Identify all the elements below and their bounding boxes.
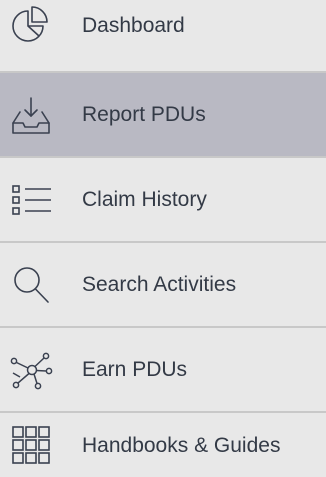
sidebar-menu: Dashboard Report PDUs Claim History Sear… [0, 0, 326, 477]
sidebar-item-label: Earn PDUs [82, 357, 188, 381]
sidebar-item-search-activities[interactable]: Search Activities [0, 243, 326, 328]
search-icon [8, 262, 54, 308]
inbox-download-icon [8, 92, 54, 138]
sidebar-item-report-pdus[interactable]: Report PDUs [0, 73, 326, 158]
network-icon [8, 347, 54, 393]
list-icon [8, 177, 54, 223]
pie-chart-icon [8, 3, 54, 49]
sidebar-item-claim-history[interactable]: Claim History [0, 158, 326, 243]
sidebar-item-label: Search Activities [82, 272, 237, 296]
sidebar-item-handbooks-guides[interactable]: Handbooks & Guides [0, 413, 326, 464]
sidebar-item-label: Handbooks & Guides [82, 434, 281, 457]
sidebar-item-label: Claim History [82, 187, 207, 211]
sidebar-item-dashboard[interactable]: Dashboard [0, 0, 326, 73]
sidebar-item-label: Report PDUs [82, 102, 206, 126]
sidebar-item-earn-pdus[interactable]: Earn PDUs [0, 328, 326, 413]
grid-icon [8, 422, 54, 464]
sidebar-item-label: Dashboard [82, 13, 185, 37]
